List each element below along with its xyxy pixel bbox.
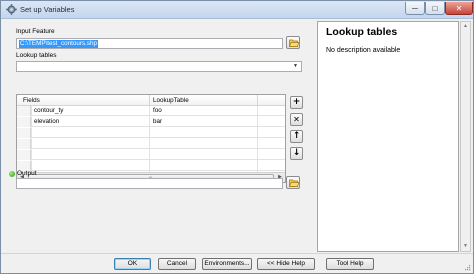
tool-gear-icon	[6, 4, 17, 15]
input-feature-value: C:\TEMP\test_contours.shp	[19, 40, 98, 48]
tool-help-button[interactable]: Tool Help	[326, 258, 374, 270]
maximize-button[interactable]: □	[425, 2, 445, 15]
browse-input-button[interactable]	[286, 36, 300, 49]
remove-row-button[interactable]: ✕	[290, 113, 303, 126]
move-up-button[interactable]: ↑	[290, 130, 303, 143]
row-selector[interactable]	[17, 139, 31, 149]
browse-output-button[interactable]	[286, 176, 300, 189]
delete-icon: ✕	[293, 115, 300, 124]
table-row[interactable]	[17, 128, 285, 138]
output-field[interactable]	[16, 178, 283, 189]
lookup-tables-label: Lookup tables	[16, 52, 57, 59]
scroll-up-icon[interactable]: ▲	[461, 22, 470, 31]
lookup-cell[interactable]: bar	[153, 118, 162, 125]
lookup-cell[interactable]: foo	[153, 107, 162, 114]
table-row[interactable]	[17, 161, 285, 171]
close-button[interactable]: ✕	[445, 2, 473, 15]
table-row[interactable]	[17, 150, 285, 160]
help-description: No description available	[326, 47, 401, 54]
set-up-variables-dialog: Set up Variables ─ □ ✕ Input Feature C:\…	[0, 0, 474, 274]
plus-icon: +	[292, 97, 301, 107]
chevron-down-icon[interactable]: ▼	[291, 63, 300, 70]
row-selector[interactable]	[17, 128, 31, 138]
table-row[interactable]	[17, 139, 285, 149]
scroll-down-icon[interactable]: ▼	[461, 242, 470, 251]
grid-header: Fields LookupTable	[17, 95, 285, 106]
row-selector[interactable]	[17, 150, 31, 160]
window-title: Set up Variables	[20, 5, 75, 14]
help-panel: Lookup tables No description available	[317, 21, 459, 252]
cancel-button[interactable]: Cancel	[158, 258, 196, 270]
field-cell[interactable]: elevation	[34, 118, 59, 125]
input-feature-label: Input Feature	[16, 28, 55, 35]
field-cell[interactable]: contour_ty	[34, 107, 63, 114]
input-feature-field[interactable]: C:\TEMP\test_contours.shp	[16, 38, 283, 49]
title-bar[interactable]: Set up Variables ─ □ ✕	[1, 1, 473, 19]
help-title: Lookup tables	[326, 26, 398, 38]
status-dot-icon	[9, 171, 15, 177]
open-folder-icon	[289, 179, 299, 187]
row-selector[interactable]	[17, 106, 31, 116]
ok-button[interactable]: OK	[114, 258, 151, 270]
resize-grip-icon[interactable]	[463, 263, 471, 271]
table-row[interactable]: contour_ty foo	[17, 106, 285, 116]
open-folder-icon	[289, 39, 299, 47]
add-row-button[interactable]: +	[290, 96, 303, 109]
column-header-lookuptable[interactable]: LookupTable	[153, 97, 189, 104]
row-selector[interactable]	[17, 117, 31, 127]
minimize-button[interactable]: ─	[405, 2, 425, 15]
lookup-table-grid: Fields LookupTable contour_ty foo elevat…	[16, 94, 286, 183]
parameters-panel: Input Feature C:\TEMP\test_contours.shp …	[6, 21, 308, 253]
arrow-up-icon: ↑	[292, 131, 301, 141]
move-down-button[interactable]: ↓	[290, 147, 303, 160]
help-vertical-scrollbar[interactable]: ▲ ▼	[460, 21, 471, 252]
hide-help-button[interactable]: << Hide Help	[257, 258, 315, 270]
arrow-down-icon: ↓	[292, 148, 301, 158]
lookup-tables-combo[interactable]: ▼	[16, 61, 302, 72]
output-label: Output	[17, 170, 37, 177]
environments-button[interactable]: Environments...	[202, 258, 252, 270]
table-row[interactable]: elevation bar	[17, 117, 285, 127]
footer-divider	[1, 253, 473, 254]
column-header-fields[interactable]: Fields	[23, 97, 40, 104]
